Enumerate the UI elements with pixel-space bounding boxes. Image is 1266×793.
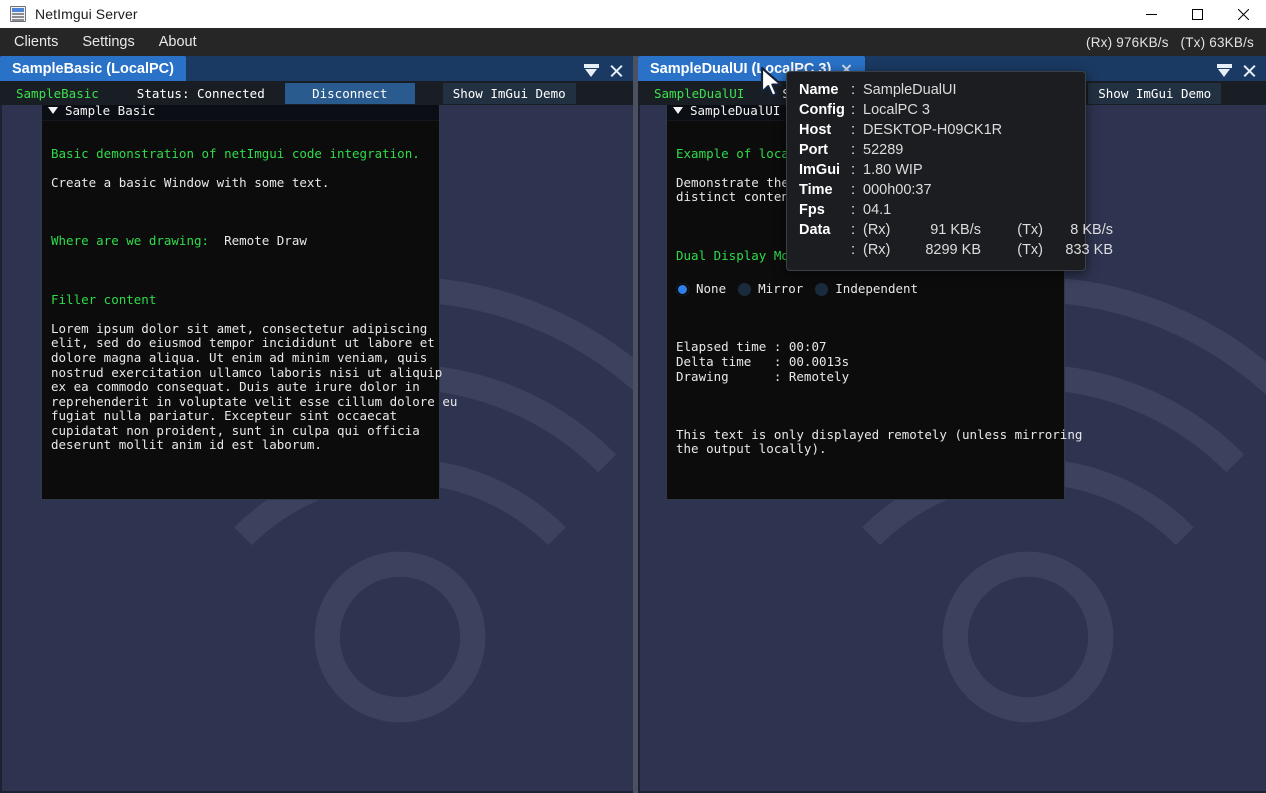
basic-line-2: Create a basic Window with some text.: [51, 174, 330, 190]
client-window-titlebar[interactable]: Sample Basic: [42, 105, 439, 121]
tooltip-key: Fps: [799, 202, 825, 218]
data-total-rx-label: (Rx): [863, 242, 891, 258]
client-info-tooltip: Name : SampleDualUI Config : LocalPC 3 H…: [786, 71, 1113, 271]
pane-body-left: Sample Basic Basic demonstration of netI…: [0, 105, 633, 793]
client-window-title: Sample Basic: [65, 105, 156, 118]
basic-line-1: Basic demonstration of netImgui code int…: [51, 145, 420, 161]
window-controls: [1128, 0, 1266, 28]
client-window-body: Basic demonstration of netImgui code int…: [42, 121, 458, 491]
tooltip-key: Config: [799, 102, 845, 118]
menu-clients[interactable]: Clients: [4, 31, 68, 53]
tooltip-value: 1.80 WIP: [863, 162, 923, 178]
tooltip-value: 04.1: [863, 202, 892, 218]
maximize-button[interactable]: [1174, 0, 1220, 28]
dualui-footer: This text is only displayed remotely (un…: [676, 426, 1083, 457]
radio-mirror[interactable]: Mirror: [738, 280, 804, 297]
tabbar-left: SampleBasic (LocalPC): [0, 56, 633, 81]
data-rate-rx-value: 91 KB/s: [930, 222, 981, 238]
tooltip-row-name: Name : SampleDualUI: [799, 80, 1073, 100]
show-imgui-demo-button[interactable]: Show ImGui Demo: [442, 82, 576, 104]
tooltip-key: Port: [799, 142, 828, 158]
tooltip-sep: :: [851, 202, 856, 218]
radio-dot-icon: [738, 282, 752, 296]
pane-close-icon[interactable]: [1242, 63, 1257, 78]
tooltip-key: Name: [799, 82, 839, 98]
tooltip-value: LocalPC 3: [863, 102, 930, 118]
data-total-tx-value: 833 KB: [1065, 242, 1113, 258]
tooltip-key-empty: [799, 240, 851, 260]
tab-list-icon[interactable]: [584, 63, 599, 78]
main-menubar: Clients Settings About (Rx) 976KB/s (Tx)…: [0, 28, 1266, 56]
collapse-arrow-icon[interactable]: [673, 107, 683, 114]
tooltip-value: 52289: [863, 142, 904, 158]
dualui-stats: Elapsed time : 00:07 Delta time : 00.001…: [676, 339, 850, 384]
collapse-arrow-icon[interactable]: [48, 107, 58, 114]
tooltip-sep: :: [851, 222, 856, 238]
tooltip-sep: :: [851, 122, 856, 138]
window-titlebar: NetImgui Server: [0, 0, 1266, 29]
drawing-label: Where are we drawing:: [51, 233, 210, 249]
tooltip-row-data-rate: Data : (Rx) 91 KB/s (Tx) 8 KB/s: [799, 220, 1113, 240]
tooltip-sep: :: [851, 242, 856, 258]
data-rate-tx-label: (Tx): [1017, 222, 1043, 238]
filler-heading: Filler content: [51, 291, 157, 307]
tooltip-row-host: Host : DESKTOP-H09CK1R: [799, 120, 1073, 140]
client-name-label: SampleDualUI: [654, 85, 745, 101]
tooltip-row-imgui: ImGui : 1.80 WIP: [799, 160, 1073, 180]
tooltip-sep: :: [851, 102, 856, 118]
tooltip-key: Host: [799, 122, 832, 138]
tooltip-row-fps: Fps : 04.1: [799, 200, 1073, 220]
data-rate-rx-label: (Rx): [863, 222, 891, 238]
radio-independent[interactable]: Independent: [815, 280, 919, 297]
radio-dot-icon: [676, 282, 689, 296]
drawing-value: Remote Draw: [209, 233, 307, 249]
menu-settings[interactable]: Settings: [72, 31, 144, 53]
tooltip-row-config: Config : LocalPC 3: [799, 100, 1073, 120]
tooltip-row-data-total: : (Rx) 8299 KB (Tx) 833 KB: [799, 240, 1113, 260]
netimgui-server-window: NetImgui Server Clients Settings About (…: [0, 0, 1266, 793]
dual-display-mode-radiogroup: None Mirror Independent: [676, 280, 1055, 297]
tooltip-sep: :: [851, 82, 856, 98]
show-imgui-demo-button[interactable]: Show ImGui Demo: [1088, 82, 1222, 104]
tooltip-sep: :: [851, 142, 856, 158]
radio-label: None: [696, 280, 727, 296]
tooltip-key: ImGui: [799, 162, 841, 178]
app-window-icon: [10, 6, 26, 22]
basic-line-drawing: Where are we drawing: Remote Draw: [51, 233, 430, 249]
tooltip-value: SampleDualUI: [863, 82, 957, 98]
radio-dot-icon: [815, 282, 829, 296]
tooltip-key: Time: [799, 182, 833, 198]
tooltip-row-port: Port : 52289: [799, 140, 1073, 160]
client-status-label: Status: Connected: [136, 85, 265, 101]
data-total-rx-value: 8299 KB: [925, 242, 981, 258]
client-window-samplebasic[interactable]: Sample Basic Basic demonstration of netI…: [41, 105, 458, 500]
pane-close-icon[interactable]: [609, 63, 624, 78]
tooltip-sep: :: [851, 182, 856, 198]
network-stats: (Rx) 976KB/s (Tx) 63KB/s: [1086, 34, 1254, 50]
tooltip-value: DESKTOP-H09CK1R: [863, 122, 1003, 138]
radio-none[interactable]: None: [676, 280, 727, 297]
filler-text: Lorem ipsum dolor sit amet, consectetur …: [51, 320, 458, 453]
data-total-tx-label: (Tx): [1017, 242, 1043, 258]
tab-samplebasic[interactable]: SampleBasic (LocalPC): [0, 56, 186, 81]
client-name-label: SampleBasic: [16, 85, 99, 101]
tab-list-icon[interactable]: [1217, 63, 1232, 78]
radio-label: Independent: [835, 280, 919, 296]
disconnect-button[interactable]: Disconnect: [284, 82, 415, 104]
window-title: NetImgui Server: [35, 6, 138, 22]
tooltip-value: 000h00:37: [863, 182, 932, 198]
tooltip-key: Data: [799, 222, 831, 238]
client-window-title: SampleDualUI: [690, 105, 781, 118]
radio-label: Mirror: [758, 280, 804, 296]
close-button[interactable]: [1220, 0, 1266, 28]
minimize-button[interactable]: [1128, 0, 1174, 28]
data-rate-tx-value: 8 KB/s: [1070, 222, 1113, 238]
menu-about[interactable]: About: [149, 31, 207, 53]
tooltip-row-time: Time : 000h00:37: [799, 180, 1073, 200]
client-toolbar-left: SampleBasic Status: Connected Disconnect…: [0, 81, 633, 105]
tooltip-sep: :: [851, 162, 856, 178]
pane-left: SampleBasic (LocalPC) SampleBasic Status…: [0, 56, 633, 793]
tab-label: SampleBasic (LocalPC): [12, 60, 174, 77]
